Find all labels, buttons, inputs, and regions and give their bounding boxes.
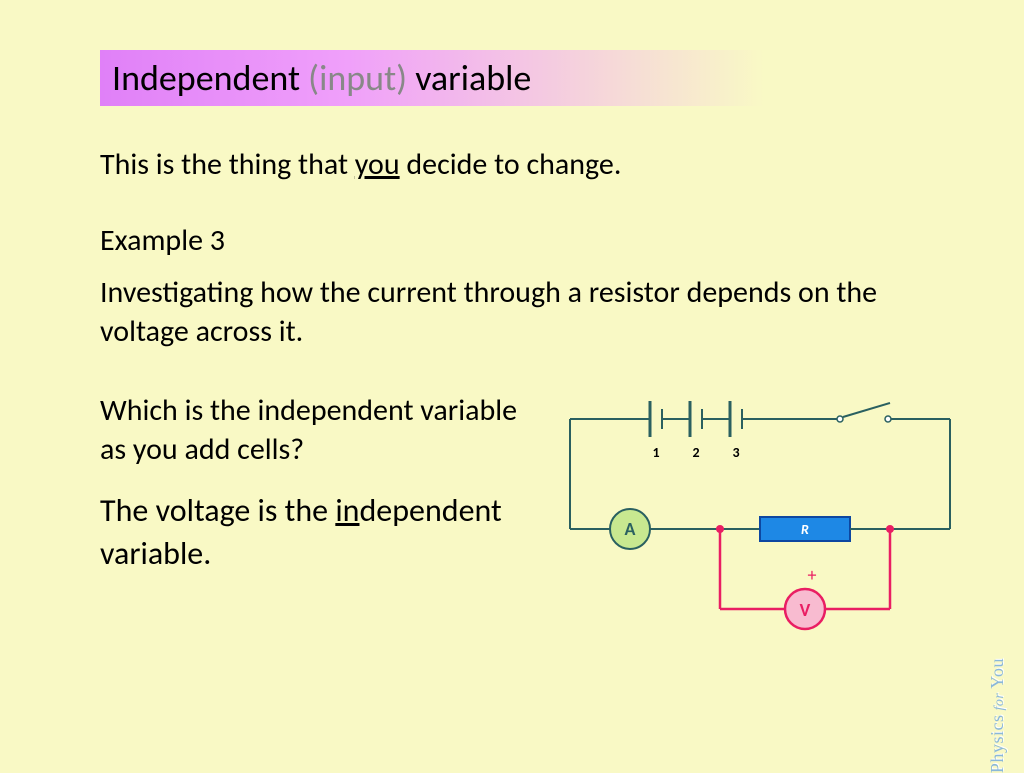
watermark-mid: for bbox=[992, 689, 1007, 715]
answer-text: The voltage is the independent variable. bbox=[100, 489, 530, 575]
cell-label-1: 1 bbox=[652, 444, 659, 461]
title-part1: Independent bbox=[112, 56, 308, 100]
question-text: Which is the independent variable as you… bbox=[100, 391, 530, 469]
voltmeter-label: V bbox=[800, 599, 811, 621]
slide-title: Independent (input) variable bbox=[100, 50, 930, 106]
example-label: Example 3 bbox=[100, 222, 964, 259]
watermark: Physics for You bbox=[987, 658, 1008, 773]
watermark-suffix: You bbox=[987, 658, 1007, 689]
resistor-label: R bbox=[801, 521, 809, 538]
voltmeter-plus: + bbox=[808, 564, 817, 586]
ammeter-label: A bbox=[625, 518, 636, 540]
circuit-diagram: A R V + 1 2 3 bbox=[550, 391, 964, 651]
title-part3: variable bbox=[407, 56, 531, 100]
answer-pre: The voltage is the bbox=[100, 491, 335, 530]
intro-text: This is the thing that you decide to cha… bbox=[100, 146, 964, 184]
cell-label-3: 3 bbox=[732, 444, 739, 461]
intro-post: decide to change. bbox=[400, 146, 622, 183]
intro-underlined: you bbox=[355, 146, 400, 183]
intro-pre: This is the thing that bbox=[100, 146, 355, 183]
answer-underlined: in bbox=[335, 491, 359, 530]
watermark-brand: Physics bbox=[987, 715, 1007, 773]
title-part2: (input) bbox=[308, 56, 407, 100]
cell-label-2: 2 bbox=[692, 444, 699, 461]
example-text: Investigating how the current through a … bbox=[100, 273, 964, 351]
